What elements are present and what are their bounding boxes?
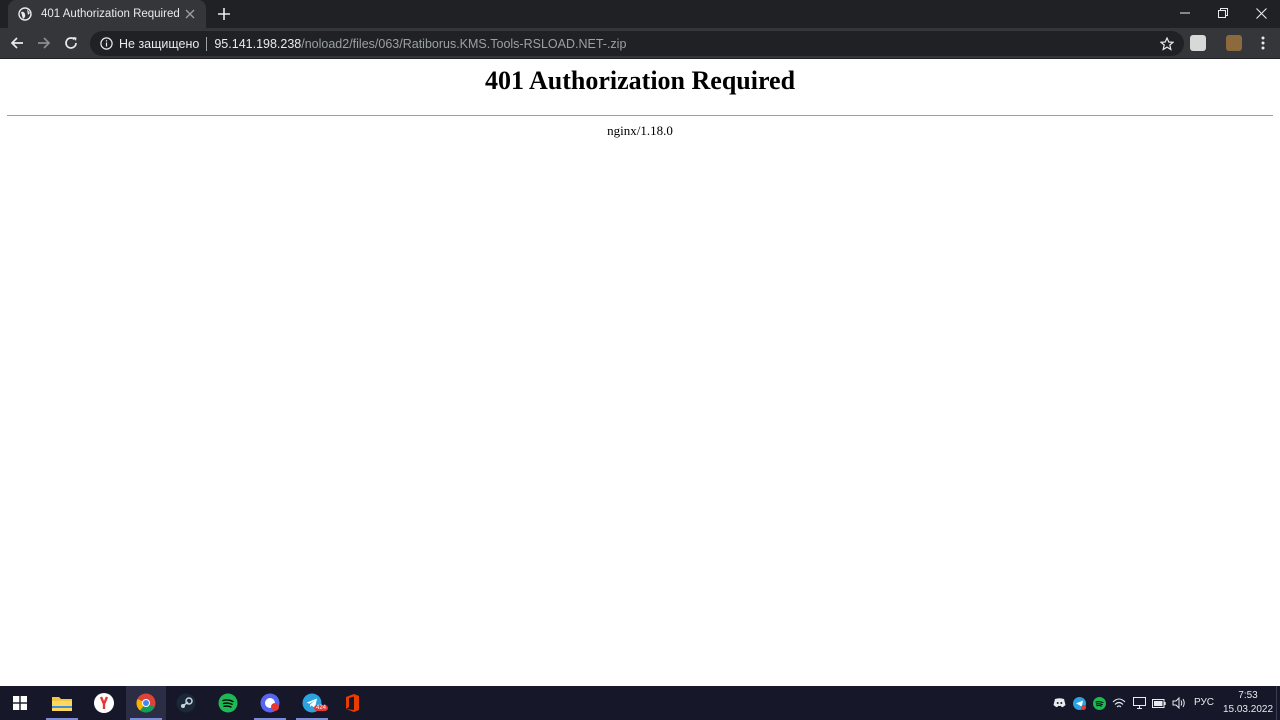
browser-tab[interactable]: 401 Authorization Required xyxy=(8,0,206,28)
chrome-icon[interactable] xyxy=(126,686,166,720)
restore-icon[interactable] xyxy=(1204,0,1242,26)
display-icon[interactable] xyxy=(1132,696,1146,710)
forward-arrow-icon[interactable] xyxy=(33,32,55,54)
clock-date: 15.03.2022 xyxy=(1222,704,1274,715)
globe-icon xyxy=(18,7,32,21)
wifi-icon[interactable] xyxy=(1112,696,1126,710)
security-status[interactable]: Не защищено xyxy=(119,37,199,51)
clock[interactable]: 7:53 15.03.2022 xyxy=(1222,689,1274,717)
tab-strip: 401 Authorization Required xyxy=(0,0,1280,28)
yandex-browser-icon[interactable] xyxy=(84,686,124,720)
telegram-tray-icon[interactable] xyxy=(1072,696,1086,710)
show-desktop-button[interactable] xyxy=(1276,686,1280,720)
input-language[interactable]: РУС xyxy=(1194,697,1214,708)
bookmark-star-icon[interactable] xyxy=(1158,35,1176,53)
page-content: 401 Authorization Required nginx/1.18.0 xyxy=(0,60,1280,686)
game-launcher-icon[interactable] xyxy=(250,686,290,720)
divider xyxy=(7,115,1273,116)
clock-time: 7:53 xyxy=(1238,690,1258,701)
telegram-icon[interactable]: 424 xyxy=(292,686,332,720)
browser-toolbar: Не защищено 95.141.198.238 /noload2/file… xyxy=(0,28,1280,59)
spotify-tray-icon[interactable] xyxy=(1092,696,1106,710)
server-signature: nginx/1.18.0 xyxy=(607,123,673,138)
back-arrow-icon[interactable] xyxy=(6,32,28,54)
start-icon[interactable] xyxy=(0,686,40,720)
address-bar[interactable]: Не защищено 95.141.198.238 /noload2/file… xyxy=(90,31,1184,56)
discord-tray-icon[interactable] xyxy=(1052,696,1066,710)
extension-icon[interactable] xyxy=(1190,35,1206,51)
info-icon[interactable] xyxy=(99,37,113,51)
url-host: 95.141.198.238 xyxy=(214,36,302,51)
spotify-icon[interactable] xyxy=(208,686,248,720)
volume-icon[interactable] xyxy=(1172,696,1186,710)
minimize-icon[interactable] xyxy=(1166,0,1204,26)
steam-icon[interactable] xyxy=(166,686,206,720)
close-window-icon[interactable] xyxy=(1242,0,1280,26)
omnibox-separator xyxy=(206,36,208,51)
page-heading: 401 Authorization Required xyxy=(484,66,796,95)
telegram-unread-badge: 424 xyxy=(314,705,329,711)
close-tab-icon[interactable] xyxy=(182,6,198,22)
file-explorer-icon[interactable] xyxy=(42,686,82,720)
menu-kebab-icon[interactable] xyxy=(1252,32,1274,54)
profile-avatar[interactable] xyxy=(1226,35,1242,51)
url-path: /noload2/files/063/Ratiborus.KMS.Tools-R… xyxy=(301,36,627,51)
office-icon[interactable] xyxy=(332,686,372,720)
reload-icon[interactable] xyxy=(60,32,82,54)
tab-title: 401 Authorization Required xyxy=(41,8,180,20)
new-tab-plus-icon[interactable] xyxy=(214,5,234,23)
battery-icon[interactable] xyxy=(1152,696,1166,710)
taskbar: 424 РУС 7:53 15.03.2022 xyxy=(0,686,1280,720)
